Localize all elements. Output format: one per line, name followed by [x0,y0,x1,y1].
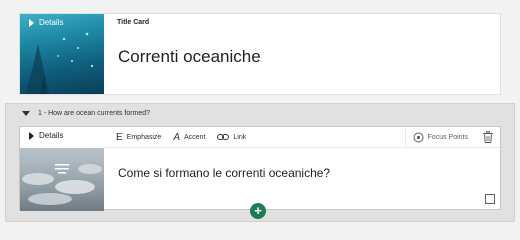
text-overlay-icon [55,164,69,174]
title-text[interactable]: Correnti oceaniche [118,47,261,67]
focus-points-icon [413,132,424,142]
focus-points-button[interactable]: Focus Points [404,127,475,147]
details-label: Details [39,18,64,27]
select-checkbox[interactable] [485,194,495,204]
emphasize-icon: E [116,131,123,143]
focus-points-label: Focus Points [427,133,468,141]
add-card-button[interactable]: + [250,203,266,219]
ocean-thumbnail: Details [20,14,104,94]
details-label: Details [39,131,64,140]
link-button[interactable]: Link [217,133,246,141]
question-card[interactable]: Details E Emphasize A Accent Link Focus … [19,126,501,211]
chevron-down-icon [22,111,30,116]
details-toggle[interactable]: Details [29,18,63,27]
link-icon [217,134,230,140]
link-label: Link [233,133,247,141]
trash-icon[interactable] [481,130,495,144]
chevron-right-icon [29,18,34,27]
title-card[interactable]: Details Title Card Correnti oceaniche [19,13,501,95]
question-text[interactable]: Come si formano le correnti oceaniche? [118,166,330,180]
group-title: 1 - How are ocean currents formed? [38,110,151,117]
accent-icon: A [173,131,180,143]
accent-label: Accent [183,133,206,141]
details-toggle[interactable]: Details [20,127,104,148]
chevron-right-icon [29,131,34,140]
emphasize-button[interactable]: E Emphasize [116,132,161,143]
accent-button[interactable]: A Accent [173,132,205,143]
emphasize-label: Emphasize [126,133,162,141]
group-header[interactable]: 1 - How are ocean currents formed? [22,110,150,117]
card-type-label: Title Card [117,19,150,26]
